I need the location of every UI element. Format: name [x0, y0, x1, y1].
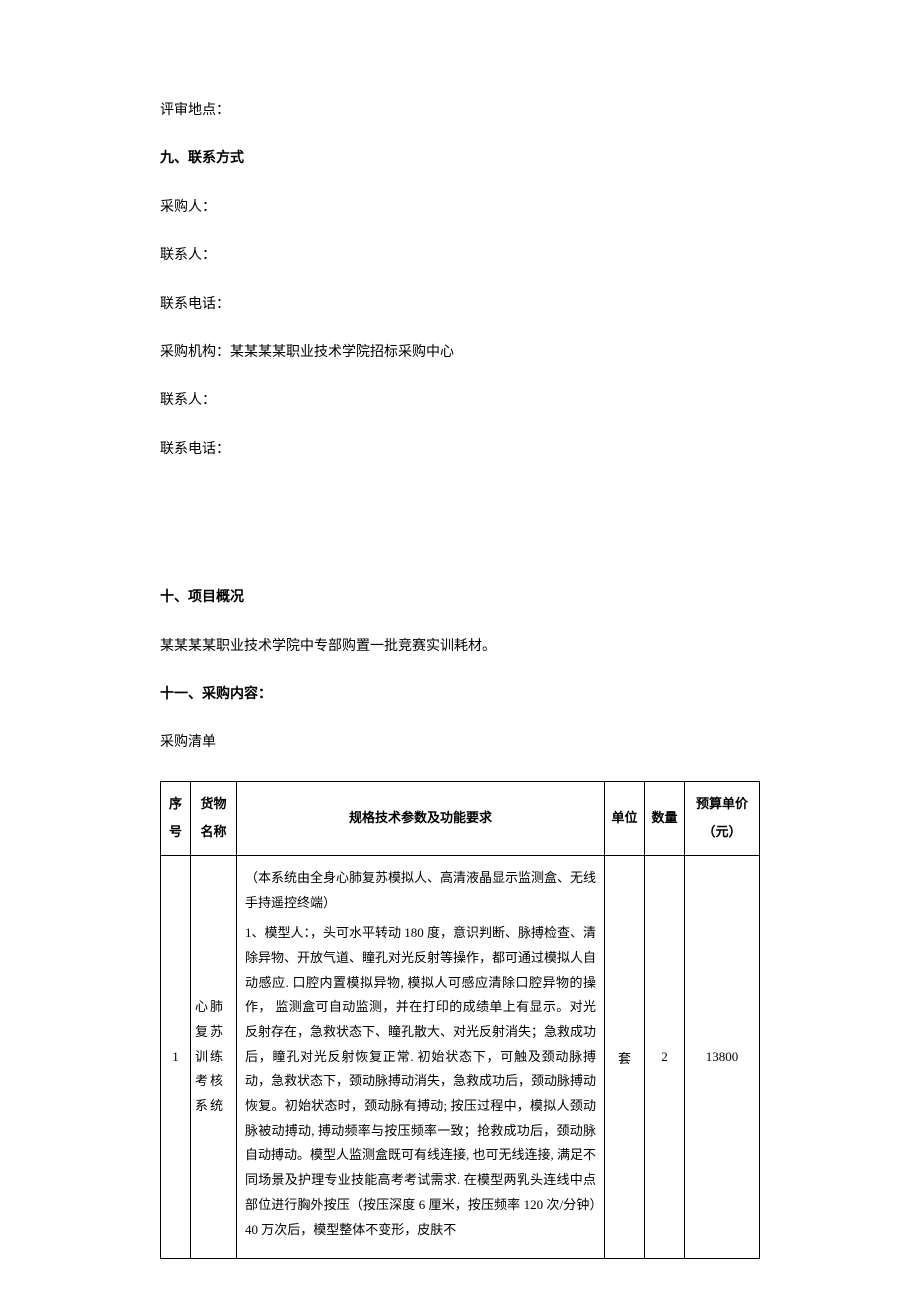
- cell-price: 13800: [685, 855, 760, 1258]
- section-11-title: 十一、采购内容：: [160, 684, 760, 706]
- cell-seq: 1: [161, 855, 191, 1258]
- purchasing-org: 采购机构：某某某某职业技术学院招标采购中心: [160, 342, 760, 364]
- th-seq: 序号: [161, 781, 191, 855]
- cell-spec: （本系统由全身心肺复苏模拟人、高清液晶显示监测盒、无线手持遥控终端） 1、模型人…: [237, 855, 605, 1258]
- th-unit: 单位: [605, 781, 645, 855]
- spacer: [160, 487, 760, 587]
- project-overview: 某某某某职业技术学院中专部购置一批竞赛实训耗材。: [160, 636, 760, 658]
- th-price: 预算单价（元）: [685, 781, 760, 855]
- contact-phone-2: 联系电话：: [160, 439, 760, 461]
- review-location: 评审地点：: [160, 100, 760, 122]
- document-page: 评审地点： 九、联系方式 采购人： 联系人： 联系电话： 采购机构：某某某某职业…: [0, 0, 920, 1309]
- th-name: 货物名称: [191, 781, 237, 855]
- table-header-row: 序号 货物名称 规格技术参数及功能要求 单位 数量 预算单价（元）: [161, 781, 760, 855]
- cell-name: 心肺复苏训练考核系统: [191, 855, 237, 1258]
- spec-paragraph-2: 1、模型人：，头可水平转动 180 度，意识判断、脉搏检查、清除异物、开放气道、…: [245, 921, 596, 1242]
- purchase-table: 序号 货物名称 规格技术参数及功能要求 单位 数量 预算单价（元） 1 心肺复苏…: [160, 781, 760, 1260]
- section-10-title: 十、项目概况: [160, 587, 760, 609]
- section-9-title: 九、联系方式: [160, 148, 760, 170]
- contact-phone-1: 联系电话：: [160, 294, 760, 316]
- th-spec: 规格技术参数及功能要求: [237, 781, 605, 855]
- cell-unit: 套: [605, 855, 645, 1258]
- cell-qty: 2: [645, 855, 685, 1258]
- spec-paragraph-1: （本系统由全身心肺复苏模拟人、高清液晶显示监测盒、无线手持遥控终端）: [245, 866, 596, 915]
- contact-person-2: 联系人：: [160, 390, 760, 412]
- th-qty: 数量: [645, 781, 685, 855]
- purchase-list-label: 采购清单: [160, 732, 760, 754]
- contact-person-1: 联系人：: [160, 245, 760, 267]
- purchaser: 采购人：: [160, 197, 760, 219]
- table-row: 1 心肺复苏训练考核系统 （本系统由全身心肺复苏模拟人、高清液晶显示监测盒、无线…: [161, 855, 760, 1258]
